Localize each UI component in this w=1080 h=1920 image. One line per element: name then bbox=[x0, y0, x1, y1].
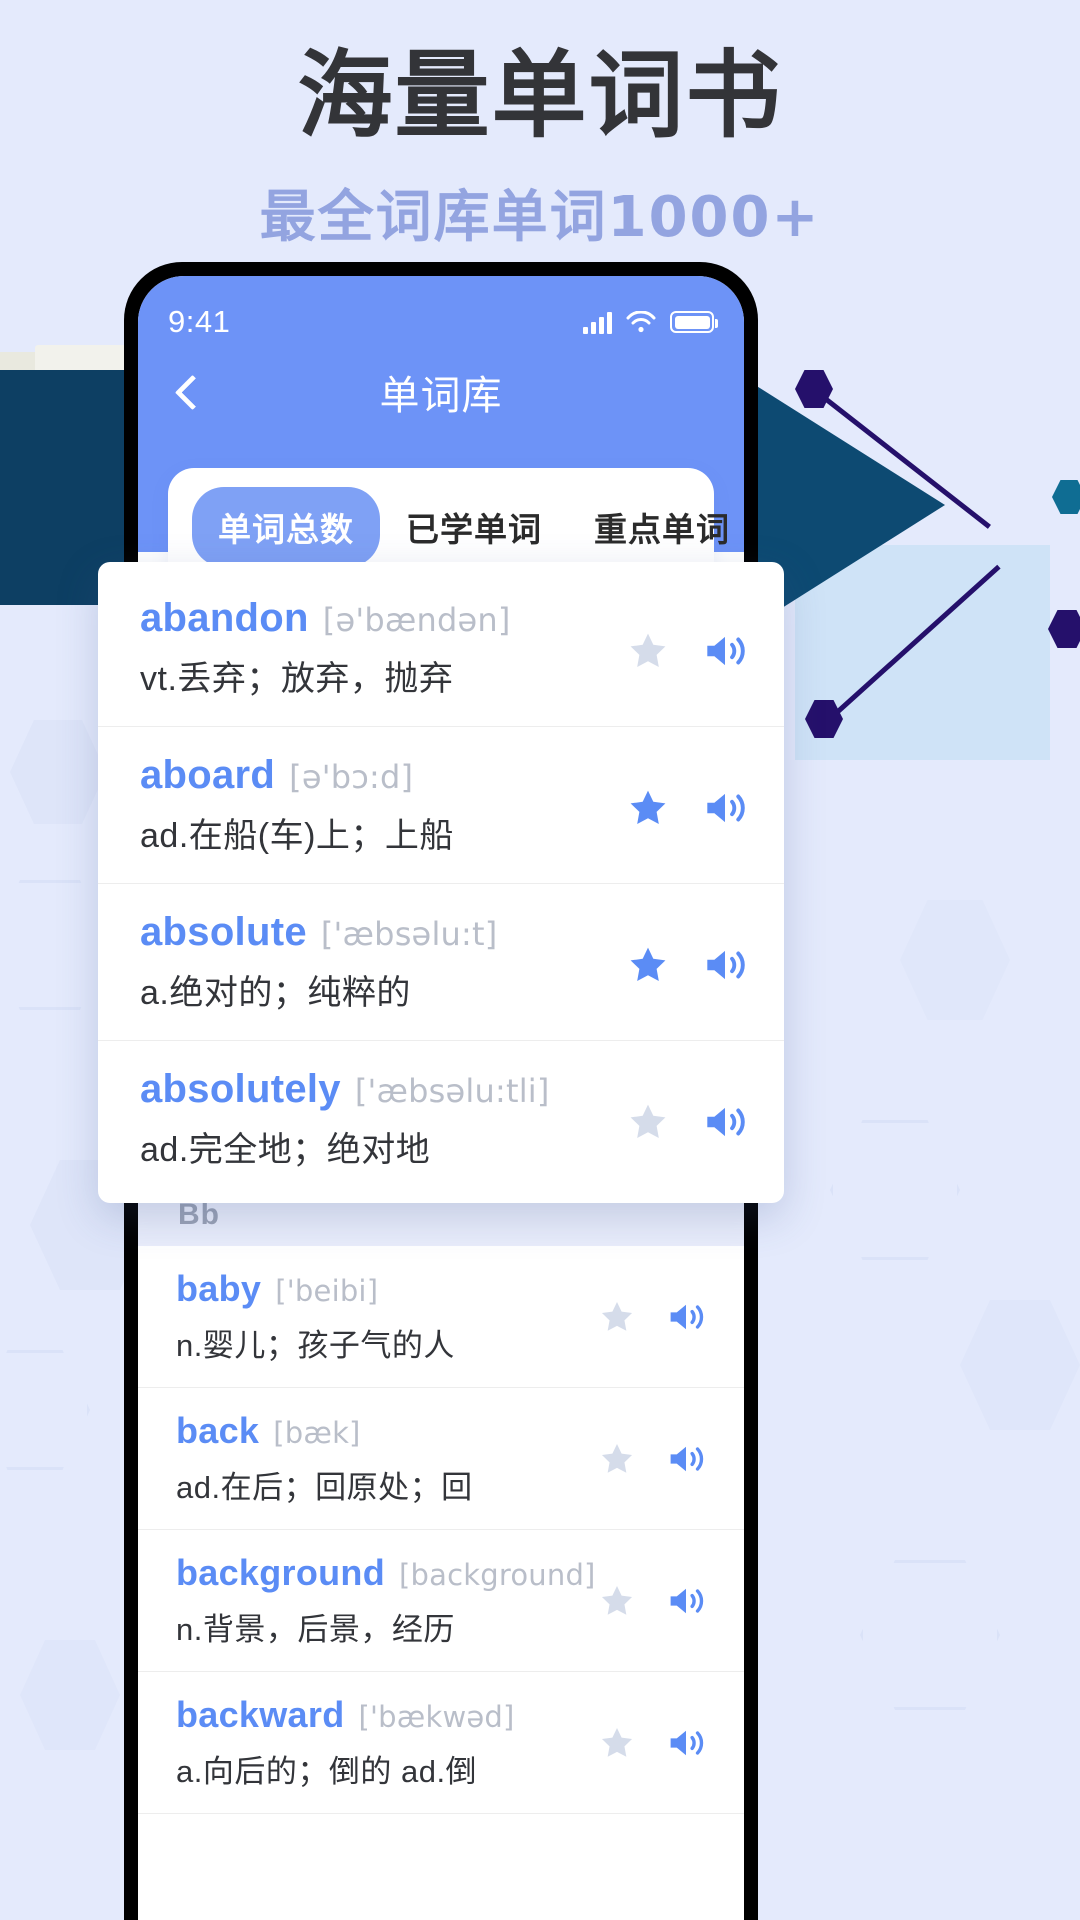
list-item[interactable]: absolutely ['æbsəlu:tli] ad.完全地；绝对地 bbox=[98, 1041, 784, 1197]
word-definition: ad.完全地；绝对地 bbox=[140, 1131, 431, 1169]
star-icon[interactable] bbox=[598, 1724, 636, 1762]
word-content: aboard [ə'bɔ:d] ad.在船(车)上；上船 bbox=[140, 753, 606, 857]
speaker-icon[interactable] bbox=[702, 943, 745, 981]
list-item[interactable]: abandon [ə'bændən] vt.丢弃；放弃，抛弃 bbox=[98, 570, 784, 727]
speaker-icon[interactable] bbox=[666, 1298, 706, 1336]
word-phonetic: [ə'bændən] bbox=[322, 601, 511, 639]
speaker-icon[interactable] bbox=[702, 1100, 745, 1138]
word-heading: aboard [ə'bɔ:d] bbox=[140, 753, 606, 798]
row-actions bbox=[588, 1582, 706, 1620]
battery-icon bbox=[670, 311, 718, 333]
word-heading: baby ['beibi] bbox=[176, 1268, 578, 1310]
speaker-icon[interactable] bbox=[702, 786, 745, 824]
word-phonetic: [bæk] bbox=[273, 1416, 361, 1450]
word-phonetic: ['beibi] bbox=[275, 1274, 379, 1308]
word-heading: background [background] bbox=[176, 1552, 595, 1594]
word-definition: ad.在后；回原处；回 bbox=[176, 1470, 473, 1505]
row-actions bbox=[616, 943, 745, 981]
signal-bars-icon bbox=[583, 310, 612, 334]
highlighted-word-card: abandon [ə'bændən] vt.丢弃；放弃，抛弃 aboard [ə… bbox=[98, 562, 784, 1203]
word-definition: a.向后的；倒的 ad.倒 bbox=[176, 1754, 478, 1789]
speaker-icon[interactable] bbox=[666, 1440, 706, 1478]
star-icon[interactable] bbox=[598, 1440, 636, 1478]
row-actions bbox=[588, 1298, 706, 1336]
word-phonetic: ['æbsəlu:t] bbox=[320, 915, 498, 953]
word-content: absolute ['æbsəlu:t] a.绝对的；纯粹的 bbox=[140, 910, 606, 1014]
word-content: baby ['beibi] n.婴儿；孩子气的人 bbox=[176, 1268, 578, 1365]
list-item[interactable]: baby ['beibi] n.婴儿；孩子气的人 bbox=[138, 1246, 744, 1388]
word-phonetic: ['æbsəlu:tli] bbox=[354, 1072, 550, 1110]
word-content: backward ['bækwəd] a.向后的；倒的 ad.倒 bbox=[176, 1694, 578, 1791]
row-actions bbox=[616, 786, 745, 824]
star-icon[interactable] bbox=[598, 1582, 636, 1620]
word-content: background [background] n.背景，后景，经历 bbox=[176, 1552, 595, 1649]
word-term: backward bbox=[176, 1694, 345, 1735]
speaker-icon[interactable] bbox=[702, 629, 745, 667]
word-term: baby bbox=[176, 1268, 262, 1309]
tab-total-words[interactable]: 单词总数 bbox=[192, 487, 380, 567]
word-heading: abandon [ə'bændən] bbox=[140, 596, 606, 641]
word-content: absolutely ['æbsəlu:tli] ad.完全地；绝对地 bbox=[140, 1067, 606, 1171]
app-header: 9:41 单词库 单词总数 已学单词 重点单词 bbox=[138, 276, 744, 586]
word-heading: absolute ['æbsəlu:t] bbox=[140, 910, 606, 955]
list-item[interactable]: background [background] n.背景，后景，经历 bbox=[138, 1530, 744, 1672]
star-icon[interactable] bbox=[598, 1298, 636, 1336]
nav-bar: 单词库 bbox=[168, 346, 714, 438]
word-definition: n.婴儿；孩子气的人 bbox=[176, 1328, 455, 1363]
star-icon[interactable] bbox=[626, 786, 666, 824]
word-definition: ad.在船(车)上；上船 bbox=[140, 817, 454, 855]
row-actions bbox=[616, 629, 745, 667]
status-time: 9:41 bbox=[168, 304, 231, 339]
wifi-icon bbox=[626, 310, 656, 333]
nav-title: 单词库 bbox=[379, 374, 503, 418]
word-content: back [bæk] ad.在后；回原处；回 bbox=[176, 1410, 578, 1507]
word-term: absolutely bbox=[140, 1067, 341, 1111]
speaker-icon[interactable] bbox=[666, 1582, 706, 1620]
word-heading: backward ['bækwəd] bbox=[176, 1694, 578, 1736]
promo-text-block: 海量单词书 最全词库单词1000+ bbox=[0, 0, 1080, 253]
word-phonetic: ['bækwəd] bbox=[358, 1700, 515, 1734]
word-definition: vt.丢弃；放弃，抛弃 bbox=[140, 660, 454, 698]
page-title: 海量单词书 bbox=[297, 41, 783, 151]
word-content: abandon [ə'bændən] vt.丢弃；放弃，抛弃 bbox=[140, 596, 606, 700]
status-icons bbox=[583, 310, 718, 334]
status-bar: 9:41 bbox=[168, 298, 718, 346]
word-definition: n.背景，后景，经历 bbox=[176, 1612, 455, 1647]
word-term: absolute bbox=[140, 910, 307, 954]
word-term: background bbox=[176, 1552, 386, 1593]
word-term: aboard bbox=[140, 753, 276, 797]
tab-learned-words[interactable]: 已学单词 bbox=[380, 487, 568, 567]
word-definition: a.绝对的；纯粹的 bbox=[140, 974, 411, 1012]
word-term: abandon bbox=[140, 596, 309, 640]
row-actions bbox=[588, 1440, 706, 1478]
word-heading: back [bæk] bbox=[176, 1410, 578, 1452]
word-phonetic: [background] bbox=[399, 1558, 596, 1592]
word-phonetic: [ə'bɔ:d] bbox=[289, 758, 414, 796]
page-subtitle: 最全词库单词1000+ bbox=[259, 185, 821, 251]
star-icon[interactable] bbox=[626, 943, 666, 981]
row-actions bbox=[588, 1724, 706, 1762]
list-item[interactable]: aboard [ə'bɔ:d] ad.在船(车)上；上船 bbox=[98, 727, 784, 884]
word-heading: absolutely ['æbsəlu:tli] bbox=[140, 1067, 606, 1112]
star-icon[interactable] bbox=[626, 629, 666, 667]
star-icon[interactable] bbox=[626, 1100, 666, 1138]
speaker-icon[interactable] bbox=[666, 1724, 706, 1762]
list-item[interactable]: back [bæk] ad.在后；回原处；回 bbox=[138, 1388, 744, 1530]
row-actions bbox=[616, 1100, 745, 1138]
list-item[interactable]: absolute ['æbsəlu:t] a.绝对的；纯粹的 bbox=[98, 884, 784, 1041]
word-term: back bbox=[176, 1410, 260, 1451]
list-item[interactable]: backward ['bækwəd] a.向后的；倒的 ad.倒 bbox=[138, 1672, 744, 1814]
tab-key-words[interactable]: 重点单词 bbox=[568, 487, 744, 567]
